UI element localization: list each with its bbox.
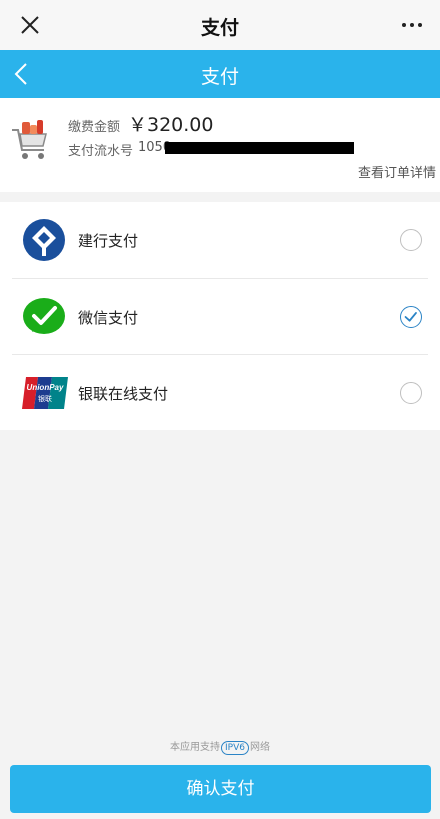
serial-label: 支付流水号: [68, 144, 134, 159]
radio-button[interactable]: [400, 382, 422, 404]
amount-label: 缴费金额: [68, 120, 121, 135]
wechat-pay-logo-icon: [23, 298, 65, 334]
wechat-title-bar: 支付: [0, 0, 440, 50]
more-icon[interactable]: [400, 14, 424, 36]
confirm-payment-button[interactable]: 确认支付: [10, 765, 431, 813]
wechat-page-title: 支付: [200, 17, 239, 39]
unionpay-logo-icon: UnionPay 银联: [22, 377, 68, 409]
payment-option-label: 微信支付: [78, 309, 139, 327]
svg-text:银联: 银联: [38, 394, 52, 403]
payment-option-label: 银联在线支付: [78, 385, 169, 403]
redaction-bar: [165, 142, 354, 154]
ccb-logo-icon: [23, 219, 65, 261]
payment-option-wechat[interactable]: 微信支付: [12, 278, 428, 354]
payment-option-unionpay[interactable]: UnionPay 银联 银联在线支付: [12, 354, 428, 430]
payment-option-label: 建行支付: [78, 232, 139, 250]
payment-method-list: 建行支付 微信支付 UnionPay 银联 银联在线支付: [0, 202, 440, 430]
order-summary: 缴费金额 ￥320.00 支付流水号 1050 查看订单详情: [0, 98, 440, 192]
radio-checked-icon[interactable]: [400, 306, 422, 328]
payment-option-ccb[interactable]: 建行支付: [12, 202, 428, 278]
shopping-cart-icon: [12, 120, 47, 159]
header-title: 支付: [200, 66, 239, 88]
ipv6-badge: IPV6: [221, 741, 249, 755]
ipv6-prefix: 本应用支持: [170, 742, 221, 753]
svg-text:UnionPay: UnionPay: [27, 383, 64, 392]
ipv6-note: 本应用支持 IPV6 网络: [0, 738, 440, 755]
ipv6-suffix: 网络: [249, 742, 270, 753]
order-detail-link[interactable]: 查看订单详情: [358, 162, 436, 181]
amount-value: ￥320.00: [128, 114, 214, 136]
radio-button[interactable]: [400, 229, 422, 251]
app-header: 支付: [0, 50, 440, 98]
